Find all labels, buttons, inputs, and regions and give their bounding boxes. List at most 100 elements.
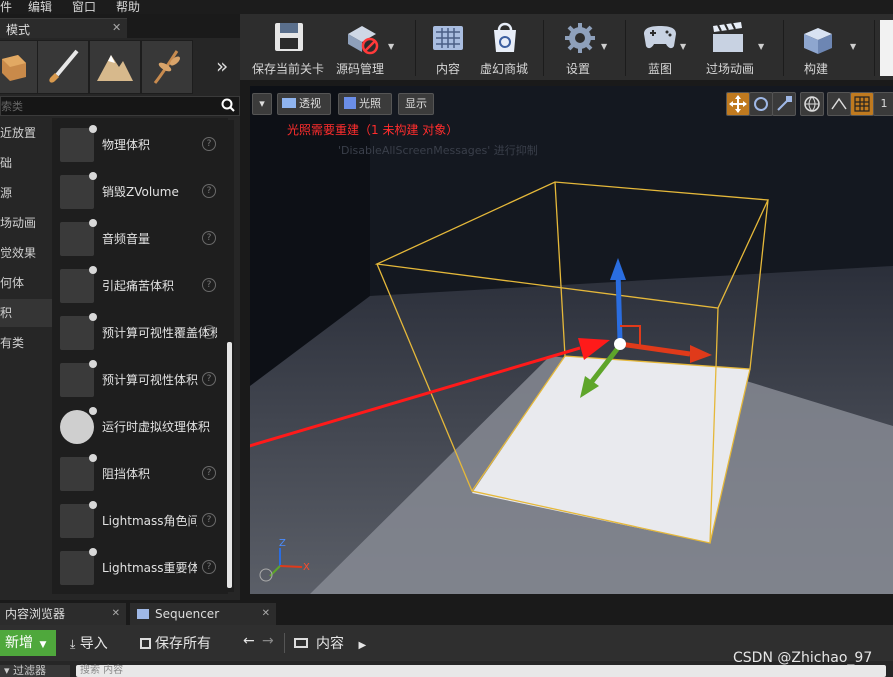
divider: [284, 633, 285, 653]
viewport-options-button[interactable]: ▾: [252, 93, 272, 115]
list-item-audio-volume[interactable]: 音频音量 ?: [52, 216, 228, 262]
modes-search[interactable]: 索类: [0, 96, 240, 116]
list-item-blocking-volume[interactable]: 阻挡体积 ?: [52, 451, 228, 497]
chevron-down-icon: ▾: [259, 97, 265, 110]
content-search-input[interactable]: 搜索 内容: [76, 665, 886, 677]
tab-sequencer[interactable]: Sequencer ✕: [130, 603, 276, 625]
list-item-runtime-virtual-texture[interactable]: 运行时虚拟纹理体积: [52, 404, 228, 450]
list-item-precomputed-visibility-volume[interactable]: 预计算可视性体积 ?: [52, 357, 228, 403]
source-control-button[interactable]: ▼ 源码管理: [332, 14, 394, 80]
kill-z-volume-icon: [60, 172, 97, 209]
modes-tab[interactable]: 模式 ✕: [0, 18, 127, 39]
cinematics-button[interactable]: ▼ 过场动画: [702, 14, 772, 80]
save-icon: [275, 23, 303, 51]
arrow-right-icon: →: [262, 633, 274, 649]
help-icon[interactable]: ?: [202, 184, 216, 198]
mode-foliage[interactable]: [141, 40, 193, 94]
save-all-button[interactable]: 保存所有: [140, 633, 211, 653]
menu-file[interactable]: 件: [0, 0, 12, 15]
list-item-label: 预计算可视性体积: [102, 373, 199, 387]
blueprints-label: 蓝图: [648, 62, 673, 76]
help-icon[interactable]: ?: [202, 372, 216, 386]
filters-button[interactable]: ▾ 过滤器: [0, 665, 70, 677]
category-basic[interactable]: 础: [0, 149, 52, 177]
menu-edit[interactable]: 编辑: [28, 0, 52, 15]
level-viewport[interactable]: Z X ▾ 透视 光照 显示 1 光照需要重建（1 未构建 对象） 'Disab…: [250, 86, 893, 594]
back-button[interactable]: ←: [243, 633, 255, 649]
tab-content-browser[interactable]: 内容浏览器 ✕: [0, 603, 126, 625]
place-mode-icon: [2, 55, 26, 81]
help-icon[interactable]: ?: [202, 231, 216, 245]
perspective-button[interactable]: 透视: [277, 93, 331, 115]
globe-icon: [804, 96, 820, 112]
menu-window[interactable]: 窗口: [72, 0, 96, 15]
perspective-icon: [282, 98, 296, 108]
show-label: 显示: [405, 97, 427, 110]
settings-button[interactable]: ▼ 设置: [554, 14, 614, 80]
category-all-classes[interactable]: 有类: [0, 329, 52, 357]
search-icon[interactable]: [221, 98, 235, 115]
category-cinematic[interactable]: 场动画: [0, 209, 52, 237]
blueprints-button[interactable]: ▼ 蓝图: [634, 14, 694, 80]
forward-button[interactable]: →: [262, 633, 274, 649]
list-item-pain-volume[interactable]: 引起痛苦体积 ?: [52, 263, 228, 309]
mode-landscape[interactable]: [89, 40, 141, 94]
surface-snap-button[interactable]: [827, 92, 851, 116]
content-search-placeholder: 搜索 内容: [80, 665, 124, 676]
rotate-tool-button[interactable]: [749, 92, 773, 116]
path-content-crumb[interactable]: 内容 ▶: [294, 633, 366, 653]
build-button[interactable]: ▼ 构建: [792, 14, 862, 80]
category-volumes[interactable]: 积: [0, 299, 52, 327]
source-control-icon: [348, 26, 379, 55]
list-item-kill-z-volume[interactable]: 销毁ZVolume ?: [52, 169, 228, 215]
help-icon[interactable]: ?: [202, 325, 216, 339]
world-local-button[interactable]: [800, 92, 824, 116]
list-item-lightmass-character[interactable]: Lightmass角色间接光照体积 ?: [52, 498, 228, 544]
mode-place[interactable]: [0, 40, 38, 94]
arrow-left-icon: ←: [243, 633, 255, 649]
help-icon[interactable]: ?: [202, 137, 216, 151]
help-icon[interactable]: ?: [202, 278, 216, 292]
add-new-button[interactable]: 新增 ▼: [0, 630, 56, 656]
category-lights[interactable]: 源: [0, 179, 52, 207]
grid-snap-button[interactable]: [850, 92, 874, 116]
close-icon[interactable]: ✕: [262, 603, 270, 625]
path-content-label: 内容: [316, 636, 344, 652]
pain-volume-icon: [60, 266, 97, 303]
menu-help[interactable]: 帮助: [116, 0, 140, 15]
scale-icon: [777, 96, 792, 111]
grid-size-dropdown[interactable]: 1: [873, 92, 893, 116]
list-item-physics-volume[interactable]: 物理体积 ?: [52, 122, 228, 168]
chevron-right-icon[interactable]: ▶: [358, 640, 366, 651]
cinematics-icon: [713, 22, 743, 52]
modes-search-placeholder: 索类: [1, 100, 23, 113]
content-button[interactable]: 内容: [426, 14, 470, 80]
mode-paint[interactable]: [37, 40, 89, 94]
more-modes-icon[interactable]: »: [216, 54, 228, 78]
runtime-virtual-texture-icon: [60, 407, 97, 444]
lit-mode-button[interactable]: 光照: [338, 93, 392, 115]
list-item-lightmass-importance[interactable]: Lightmass重要体积 ?: [52, 545, 228, 591]
help-icon[interactable]: ?: [202, 513, 216, 527]
grid-size-value: 1: [880, 97, 888, 110]
translate-tool-button[interactable]: [726, 92, 750, 116]
close-icon[interactable]: ✕: [112, 21, 121, 34]
audio-volume-icon: [60, 219, 97, 256]
watermark: CSDN @Zhichao_97: [733, 650, 873, 666]
volume-list-scrollbar[interactable]: [227, 342, 232, 588]
category-geometry[interactable]: 何体: [0, 269, 52, 297]
import-icon: ⤓: [70, 637, 76, 651]
lit-label: 光照: [359, 97, 381, 110]
category-recent[interactable]: 近放置: [0, 119, 52, 147]
category-visual-effects[interactable]: 觉效果: [0, 239, 52, 267]
close-icon[interactable]: ✕: [112, 603, 120, 625]
show-button[interactable]: 显示: [398, 93, 434, 115]
play-button[interactable]: [880, 20, 893, 76]
list-item-precomputed-visibility-override[interactable]: 预计算可视性覆盖体积 ?: [52, 310, 228, 356]
help-icon[interactable]: ?: [202, 560, 216, 574]
marketplace-button[interactable]: 虚幻商城: [476, 14, 532, 80]
save-current-level-button[interactable]: 保存当前关卡: [246, 14, 326, 80]
import-button[interactable]: ⤓ 导入: [70, 633, 108, 653]
scale-tool-button[interactable]: [772, 92, 796, 116]
help-icon[interactable]: ?: [202, 466, 216, 480]
